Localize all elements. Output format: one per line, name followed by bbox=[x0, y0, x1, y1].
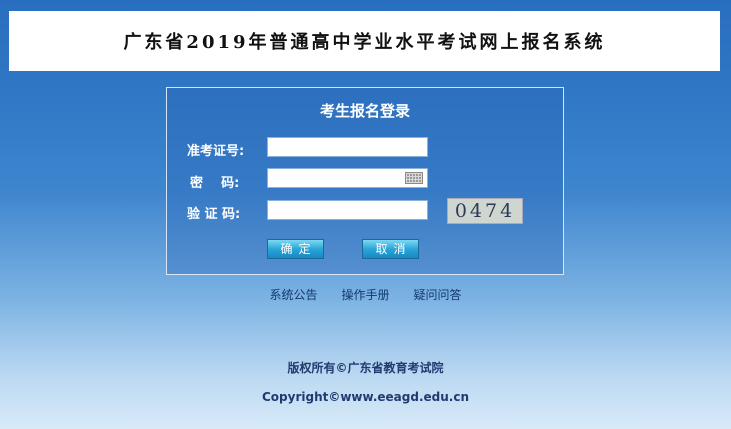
manual-link[interactable]: 操作手册 bbox=[341, 286, 389, 303]
help-links: 系统公告 操作手册 疑问问答 bbox=[0, 286, 731, 303]
page-title: 广东省2019年普通高中学业水平考试网上报名系统 bbox=[123, 32, 606, 53]
faq-link[interactable]: 疑问问答 bbox=[414, 286, 462, 303]
password-input[interactable] bbox=[267, 168, 428, 188]
header-banner: 广东省2019年普通高中学业水平考试网上报名系统 bbox=[9, 11, 720, 71]
captcha-label: 验 证 码: bbox=[187, 207, 241, 222]
site-url-text: Copyright©www.eeagd.edu.cn bbox=[261, 390, 469, 404]
captcha-image[interactable]: 0474 bbox=[447, 198, 523, 224]
keyboard-icon[interactable] bbox=[405, 172, 423, 184]
copyright-text: 版权所有©广东省教育考试院 bbox=[287, 361, 444, 375]
confirm-button[interactable]: 确定 bbox=[267, 239, 324, 259]
captcha-input[interactable] bbox=[267, 200, 428, 220]
password-label: 密 码: bbox=[190, 176, 240, 191]
system-notice-link[interactable]: 系统公告 bbox=[269, 286, 317, 303]
login-title: 考生报名登录 bbox=[319, 102, 410, 120]
cancel-button[interactable]: 取消 bbox=[362, 239, 419, 259]
exam-id-label: 准考证号: bbox=[187, 144, 245, 159]
exam-id-input[interactable] bbox=[267, 137, 428, 157]
